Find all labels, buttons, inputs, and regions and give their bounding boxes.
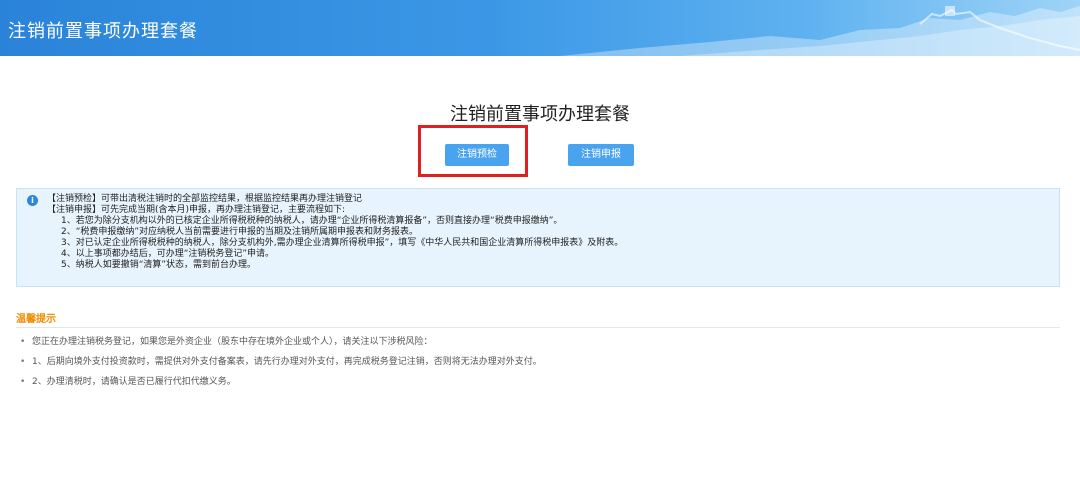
header-title: 注销前置事项办理套餐 bbox=[8, 21, 198, 42]
info-line: 4、以上事项都办结后，可办理“注销税务登记”申请。 bbox=[61, 249, 275, 259]
great-wall-decoration bbox=[560, 6, 1080, 56]
list-item: • 2、办理清税时，请确认是否已履行代扣代缴义务。 bbox=[20, 375, 542, 395]
info-notice-box: i 【注销预检】可带出清税注销时的全部监控结果，根据监控结果再办理注销登记 【注… bbox=[16, 188, 1060, 287]
tip-text: 1、后期向境外支付投资款时，需提供对外支付备案表，请先行办理对外支付，再完成税务… bbox=[32, 357, 542, 367]
page-title: 注销前置事项办理套餐 bbox=[450, 104, 630, 125]
declare-button[interactable]: 注销申报 bbox=[568, 144, 634, 166]
header-banner: 注销前置事项办理套餐 bbox=[0, 0, 1080, 56]
bullet-icon: • bbox=[20, 337, 26, 347]
info-lines: 【注销预检】可带出清税注销时的全部监控结果，根据监控结果再办理注销登记 【注销申… bbox=[47, 194, 623, 271]
info-line: 5、纳税人如要撤销“清算”状态，需到前台办理。 bbox=[61, 260, 257, 270]
list-item: • 您正在办理注销税务登记，如果您是外资企业（股东中存在境外企业或个人），请关注以… bbox=[20, 335, 542, 355]
info-line: 2、“税费申报缴纳”对应纳税人当前需要进行申报的当期及注销所属期申报表和财务报表… bbox=[61, 227, 419, 237]
info-line: 【注销预检】可带出清税注销时的全部监控结果，根据监控结果再办理注销登记 bbox=[47, 194, 363, 204]
info-icon: i bbox=[27, 195, 38, 206]
tip-text: 您正在办理注销税务登记，如果您是外资企业（股东中存在境外企业或个人），请关注以下… bbox=[32, 337, 433, 347]
pre-check-button[interactable]: 注销预检 bbox=[445, 144, 509, 166]
info-line: 【注销申报】可先完成当期(含本月)申报，再办理注销登记，主要流程如下: bbox=[47, 205, 346, 215]
info-line: 1、若您为除分支机构以外的已核定企业所得税税种的纳税人，请办理“企业所得税清算报… bbox=[61, 216, 563, 226]
bullet-icon: • bbox=[20, 377, 26, 387]
tips-title: 温馨提示 bbox=[16, 314, 56, 325]
list-item: • 1、后期向境外支付投资款时，需提供对外支付备案表，请先行办理对外支付，再完成税… bbox=[20, 355, 542, 375]
tip-text: 2、办理清税时，请确认是否已履行代扣代缴义务。 bbox=[32, 377, 236, 387]
tips-divider bbox=[16, 327, 1060, 328]
info-line: 3、对已认定企业所得税税种的纳税人，除分支机构外,需办理企业清算所得税申报”，填… bbox=[61, 238, 624, 248]
bullet-icon: • bbox=[20, 357, 26, 367]
tips-list: • 您正在办理注销税务登记，如果您是外资企业（股东中存在境外企业或个人），请关注以… bbox=[20, 335, 542, 395]
